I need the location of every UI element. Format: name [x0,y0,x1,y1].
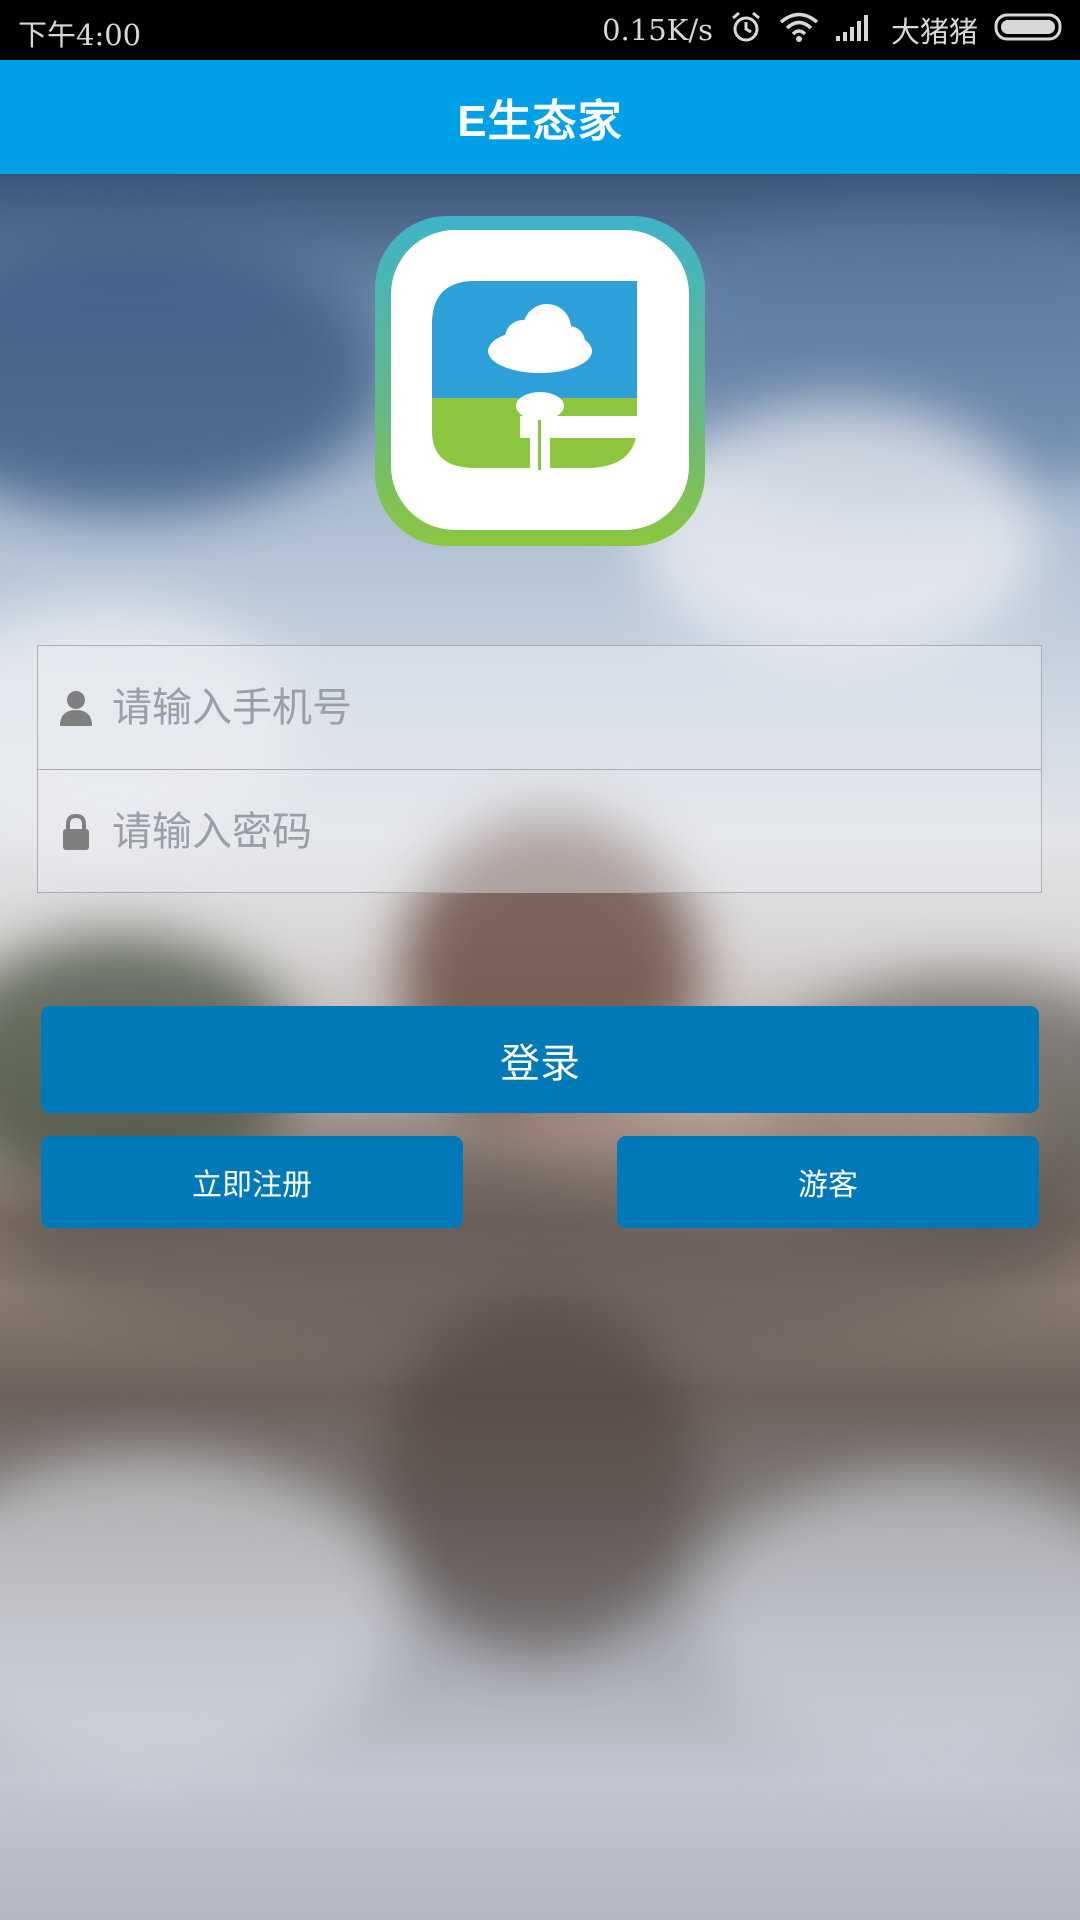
login-form [37,645,1042,893]
network-speed: 0.15K/s [602,13,713,47]
app-bar: E生态家 [0,60,1080,174]
alarm-icon [729,10,763,51]
status-right-group: 0.15K/s 大猪猪 [602,8,1066,52]
battery-icon [994,12,1066,49]
app-logo-icon [375,216,705,546]
carrier-name: 大猪猪 [890,15,978,49]
password-input[interactable] [110,791,1041,873]
lock-icon [56,812,96,852]
status-time: 下午4:00 [18,18,142,52]
phone-input[interactable] [110,666,1041,749]
signal-icon [835,12,875,49]
phone-field-row [38,646,1041,770]
guest-button[interactable]: 游客 [617,1136,1039,1228]
login-button[interactable]: 登录 [41,1006,1039,1113]
wifi-icon [779,11,819,50]
login-screen: 下午4:00 0.15K/s 大猪猪 E生态家 请输入手机号 登录 立即注册 游… [0,0,1080,1920]
app-title: E生态家 [457,97,623,146]
user-icon [56,688,96,728]
status-bar: 下午4:00 0.15K/s 大猪猪 [0,0,1080,60]
password-field-row [38,770,1041,894]
register-button[interactable]: 立即注册 [41,1136,463,1228]
